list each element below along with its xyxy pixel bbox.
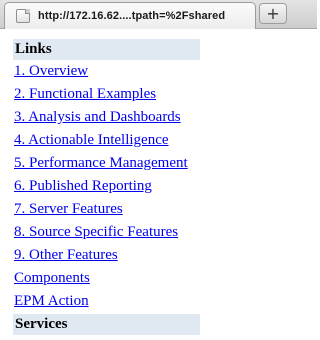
tab-bar: http://172.16.62....tpath=%2Fshared + [0, 0, 317, 29]
links-header: Links [13, 39, 200, 60]
link-performance-management[interactable]: 5. Performance Management [14, 155, 188, 171]
link-other-features[interactable]: 9. Other Features [14, 247, 118, 263]
link-components[interactable]: Components [14, 270, 90, 286]
list-item: 5. Performance Management [13, 152, 200, 175]
browser-tab[interactable]: http://172.16.62....tpath=%2Fshared [4, 2, 256, 29]
list-item: 4. Actionable Intelligence [13, 129, 200, 152]
list-item: 2. Functional Examples [13, 83, 200, 106]
list-item: 7. Server Features [13, 198, 200, 221]
new-tab-button[interactable]: + [259, 3, 287, 24]
list-item: 1. Overview [13, 60, 200, 83]
tab-title: http://172.16.62....tpath=%2Fshared [38, 10, 226, 22]
list-item: EPM Action [13, 290, 200, 313]
link-server-features[interactable]: 7. Server Features [14, 201, 123, 217]
link-analysis-and-dashboards[interactable]: 3. Analysis and Dashboards [14, 109, 181, 125]
list-item: 6. Published Reporting [13, 175, 200, 198]
link-source-specific-features[interactable]: 8. Source Specific Features [14, 224, 178, 240]
list-item: 9. Other Features [13, 244, 200, 267]
link-published-reporting[interactable]: 6. Published Reporting [14, 178, 152, 194]
link-actionable-intelligence[interactable]: 4. Actionable Intelligence [14, 132, 169, 148]
links-list: 1. Overview 2. Functional Examples 3. An… [13, 60, 200, 313]
services-header: Services [13, 314, 200, 335]
list-item: 3. Analysis and Dashboards [13, 106, 200, 129]
plus-icon: + [266, 3, 280, 23]
list-item: Components [13, 267, 200, 290]
page-icon [16, 9, 30, 23]
list-item: 8. Source Specific Features [13, 221, 200, 244]
link-functional-examples[interactable]: 2. Functional Examples [14, 86, 156, 102]
page-content: Links 1. Overview 2. Functional Examples… [13, 39, 200, 335]
link-overview[interactable]: 1. Overview [14, 63, 88, 79]
link-epm-action[interactable]: EPM Action [14, 293, 89, 309]
